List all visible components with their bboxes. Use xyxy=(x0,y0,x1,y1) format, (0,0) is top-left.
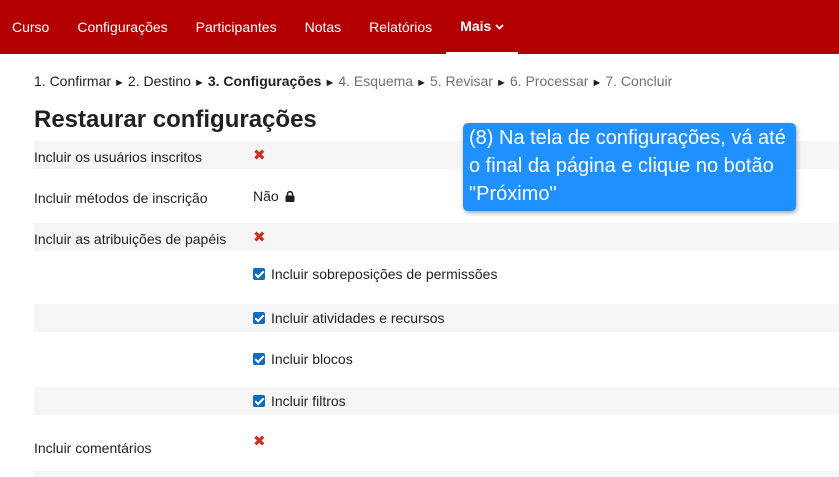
nav-item-notas[interactable]: Notas xyxy=(291,0,356,54)
setting-row-role-assignments: Incluir as atribuições de papéis ✖ xyxy=(34,223,839,251)
course-nav: Curso Configurações Participantes Notas … xyxy=(0,0,839,54)
setting-row-filters: Incluir filtros xyxy=(34,387,839,415)
setting-value: Não xyxy=(253,188,279,204)
setting-label: Incluir comentários xyxy=(34,440,152,456)
lock-icon xyxy=(285,190,295,202)
setting-row-activities: Incluir atividades e recursos xyxy=(34,304,839,332)
setting-row-next xyxy=(34,471,839,477)
restore-steps-breadcrumb: 1. Confirmar ► 2. Destino ► 3. Configurações… xyxy=(34,73,672,89)
setting-row-blocks: Incluir blocos xyxy=(34,345,839,373)
step-concluir: 7. Concluir xyxy=(605,73,673,89)
checkbox-label: Incluir sobreposições de permissões xyxy=(271,266,498,282)
step-arrow: ► xyxy=(416,77,427,89)
step-revisar: 5. Revisar xyxy=(429,73,493,89)
step-arrow: ► xyxy=(495,77,507,89)
step-configuracoes-current: 3. Configurações xyxy=(207,73,322,89)
chevron-down-icon xyxy=(495,24,504,30)
page-title: Restaurar configurações xyxy=(34,106,317,133)
filters-checkbox[interactable] xyxy=(253,395,265,407)
checkbox-label: Incluir atividades e recursos xyxy=(271,310,445,326)
checkbox-label: Incluir blocos xyxy=(271,351,353,367)
blocks-checkbox[interactable] xyxy=(253,353,265,365)
step-arrow: ► xyxy=(591,77,603,89)
setting-row-comments: Incluir comentários ✖ xyxy=(34,428,839,462)
nav-mais-label: Mais xyxy=(460,18,492,34)
disabled-x-icon: ✖ xyxy=(253,228,266,246)
step-arrow: ► xyxy=(114,77,125,89)
setting-label: Incluir métodos de inscrição xyxy=(34,190,208,206)
step-esquema: 4. Esquema xyxy=(338,73,414,89)
step-destino: 2. Destino xyxy=(127,73,191,89)
step-confirmar: 1. Confirmar xyxy=(34,73,112,89)
nav-item-relatorios[interactable]: Relatórios xyxy=(355,0,446,54)
disabled-x-icon: ✖ xyxy=(253,433,266,450)
activities-checkbox[interactable] xyxy=(253,312,265,324)
step-processar: 6. Processar xyxy=(509,73,589,89)
nav-item-mais[interactable]: Mais xyxy=(446,0,519,54)
nav-item-curso[interactable]: Curso xyxy=(0,0,63,54)
setting-label: Incluir as atribuições de papéis xyxy=(34,231,227,247)
checkbox-label: Incluir filtros xyxy=(271,393,346,409)
setting-row-permission-overrides: Incluir sobreposições de permissões xyxy=(34,260,839,288)
setting-label: Incluir os usuários inscritos xyxy=(34,149,203,165)
permission-overrides-checkbox[interactable] xyxy=(253,268,265,280)
tutorial-callout: (8) Na tela de configurações, vá até o f… xyxy=(463,123,796,211)
nav-item-participantes[interactable]: Participantes xyxy=(182,0,291,54)
step-arrow: ► xyxy=(324,77,336,89)
disabled-x-icon: ✖ xyxy=(253,146,266,164)
step-arrow: ► xyxy=(193,77,205,89)
nav-item-configuracoes[interactable]: Configurações xyxy=(63,0,181,54)
